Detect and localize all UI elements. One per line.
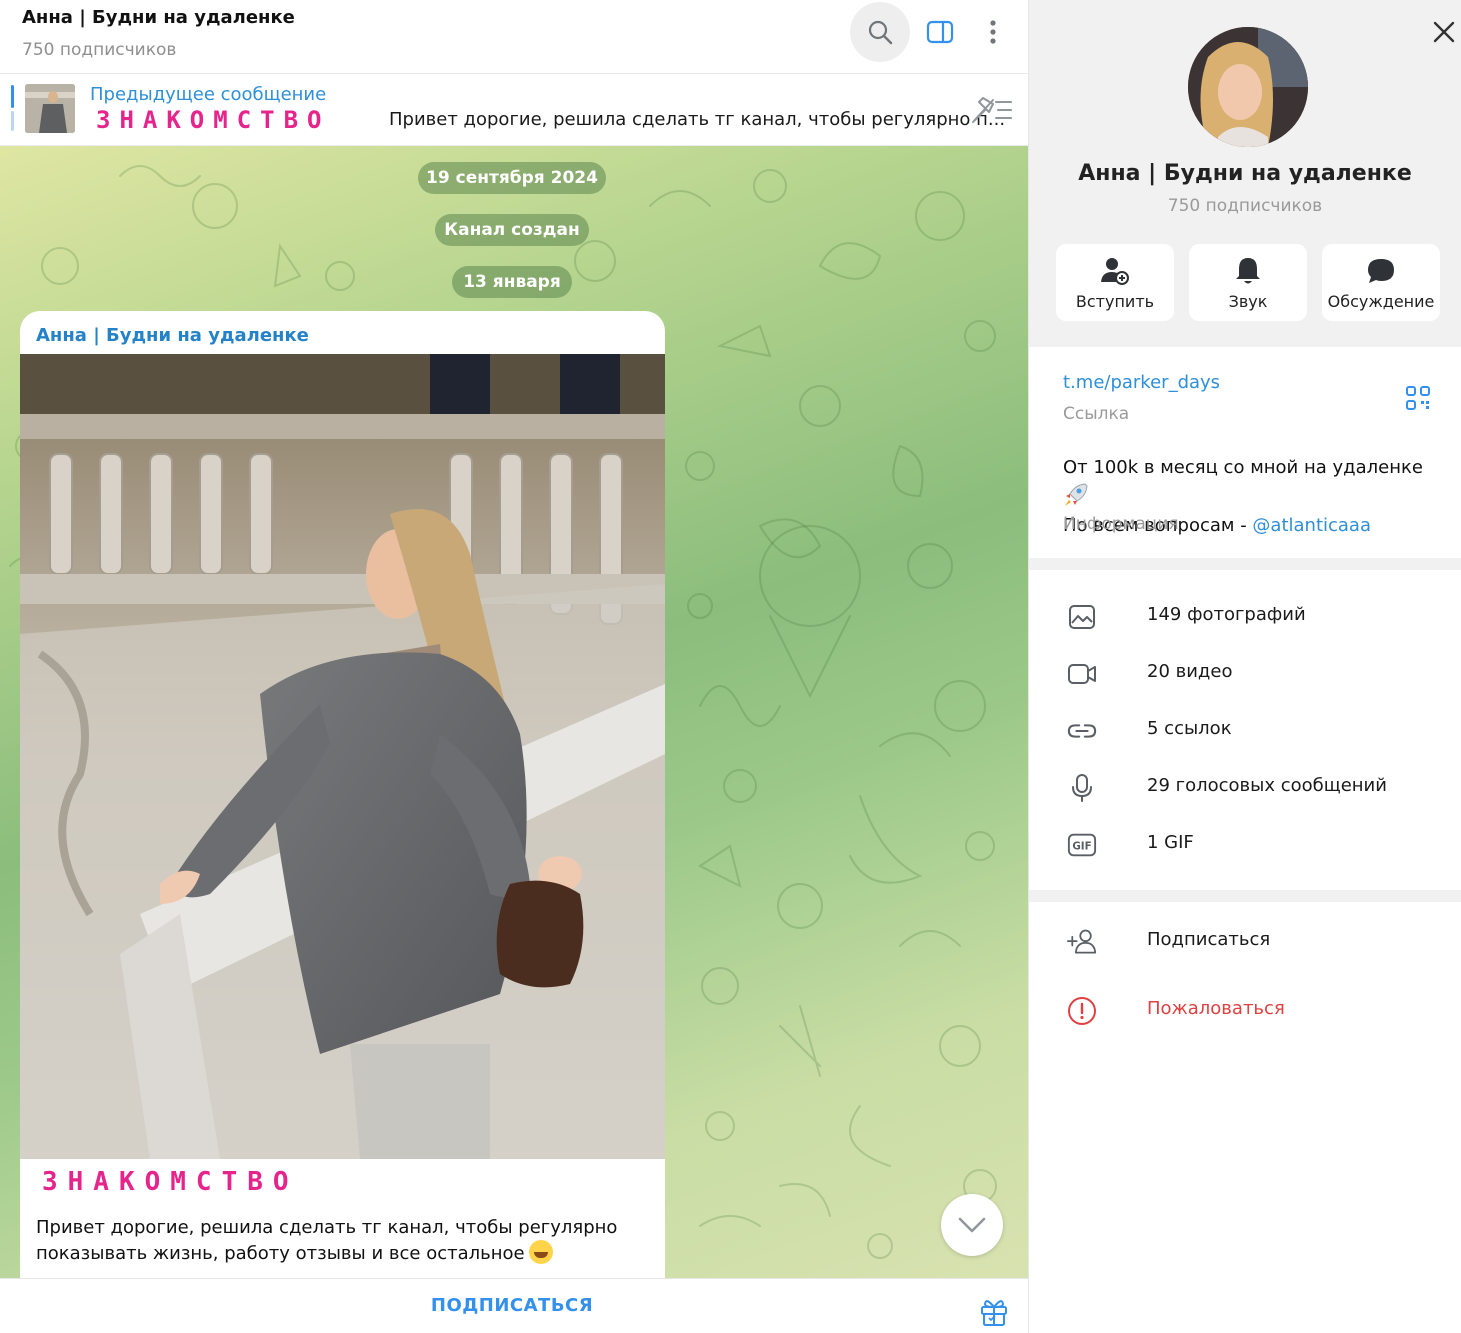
media-row-voice[interactable]: 29 голосовых сообщений (1029, 759, 1461, 816)
subscribe-row[interactable]: Подписаться (1029, 913, 1461, 970)
media-links-label: 5 ссылок (1147, 718, 1232, 739)
smile-emoji-icon (528, 1240, 553, 1264)
toggle-side-panel-button[interactable] (910, 2, 970, 62)
join-button[interactable]: Вступить (1056, 244, 1174, 321)
gift-icon[interactable] (979, 1297, 1009, 1327)
profile-panel: Анна | Будни на удаленке 750 подписчиков… (1029, 0, 1461, 1333)
pinned-indicator-secondary (11, 111, 14, 131)
profile-name: Анна | Будни на удаленке (1078, 161, 1412, 186)
subscribe-label: Подписаться (1147, 929, 1271, 950)
pinned-thumbnail (25, 84, 75, 133)
microphone-icon (1072, 774, 1092, 802)
subscribe-button[interactable]: ПОДПИСАТЬСЯ (412, 1291, 612, 1321)
photo-icon (1069, 605, 1095, 629)
pinned-message-bar[interactable]: Предыдущее сообщение ЗНАКОМСТВО Привет д… (0, 75, 1028, 146)
gif-icon: GIF (1067, 833, 1097, 857)
rocket-emoji-icon (1063, 482, 1089, 512)
avatar[interactable] (1188, 27, 1308, 147)
report-row[interactable]: Пожаловаться (1029, 982, 1461, 1039)
warning-icon (1068, 997, 1096, 1025)
chevron-down-icon (958, 1217, 986, 1233)
pinned-decor-title: ЗНАКОМСТВО (96, 106, 331, 134)
description-line-1: От 100k в месяц со мной на удаленке (1063, 457, 1423, 478)
link-icon (1067, 724, 1097, 738)
join-label: Вступить (1075, 292, 1155, 311)
profile-subscriber-count: 750 подписчиков (1167, 196, 1323, 216)
sound-button[interactable]: Звук (1189, 244, 1307, 321)
chat-title[interactable]: Анна | Будни на удаленке (22, 7, 295, 28)
media-voice-label: 29 голосовых сообщений (1147, 775, 1387, 796)
channel-link-label: Ссылка (1063, 404, 1130, 424)
media-row-videos[interactable]: 20 видео (1029, 645, 1461, 702)
chat-panel: Анна | Будни на удаленке 750 подписчиков (0, 0, 1029, 1333)
shared-media-card: 149 фотографий 20 видео 5 ссылок 29 голо… (1029, 570, 1461, 890)
service-message-channel-created: Канал создан (435, 214, 589, 246)
post-decor-title: ЗНАКОМСТВО (42, 1167, 299, 1197)
chat-bottom-bar: ПОДПИСАТЬСЯ (0, 1278, 1028, 1333)
channel-post[interactable]: Анна | Будни на удаленке ЗНАКОМСТВО Прив… (20, 311, 665, 1278)
discussion-button[interactable]: Обсуждение (1322, 244, 1440, 321)
pinned-list-icon[interactable] (969, 92, 1015, 128)
channel-link[interactable]: t.me/parker_days (1063, 372, 1220, 393)
media-row-gif[interactable]: GIF 1 GIF (1029, 816, 1461, 873)
add-user-icon (1067, 929, 1097, 954)
pinned-label: Предыдущее сообщение (90, 84, 327, 105)
media-gif-label: 1 GIF (1147, 832, 1194, 853)
date-separator[interactable]: 19 сентября 2024 (418, 162, 606, 194)
description-label: Информация (1063, 514, 1179, 534)
more-options-button[interactable] (963, 2, 1023, 62)
chat-bubble-icon (1368, 259, 1394, 283)
bell-icon (1236, 258, 1260, 284)
qr-code-icon[interactable] (1405, 385, 1431, 411)
channel-info-card: t.me/parker_days Ссылка От 100k в месяц … (1029, 347, 1461, 558)
post-author[interactable]: Анна | Будни на удаленке (36, 325, 309, 346)
svg-text:GIF: GIF (1072, 841, 1091, 853)
telegram-window: Анна | Будни на удаленке 750 подписчиков (0, 0, 1461, 1333)
date-separator[interactable]: 13 января (452, 266, 572, 298)
profile-actions-card: Подписаться Пожаловаться (1029, 902, 1461, 1333)
discussion-label: Обсуждение (1327, 292, 1435, 311)
media-row-photos[interactable]: 149 фотографий (1029, 588, 1461, 645)
media-photos-label: 149 фотографий (1147, 604, 1306, 625)
add-user-icon (1101, 258, 1129, 285)
search-icon (868, 20, 893, 45)
pinned-indicator (11, 85, 14, 108)
scroll-to-bottom-button[interactable] (941, 1194, 1003, 1256)
sound-label: Звук (1228, 292, 1268, 311)
close-icon[interactable] (1429, 17, 1459, 47)
chat-header: Анна | Будни на удаленке 750 подписчиков (0, 0, 1028, 74)
search-button[interactable] (850, 2, 910, 62)
contact-mention-link[interactable]: @atlanticaaa (1252, 515, 1371, 536)
video-icon (1068, 664, 1096, 684)
pinned-text: Привет дорогие, решила сделать тг канал,… (389, 109, 1006, 130)
post-text: Привет дорогие, решила сделать тг канал,… (36, 1216, 636, 1266)
side-panel-icon (926, 20, 954, 44)
report-label: Пожаловаться (1147, 998, 1285, 1019)
media-videos-label: 20 видео (1147, 661, 1233, 682)
chat-background: 19 сентября 2024 Канал создан 13 января … (0, 146, 1028, 1278)
more-vertical-icon (990, 20, 996, 44)
chat-subscriber-count: 750 подписчиков (22, 40, 177, 60)
media-row-links[interactable]: 5 ссылок (1029, 702, 1461, 759)
post-photo[interactable] (20, 354, 665, 1159)
